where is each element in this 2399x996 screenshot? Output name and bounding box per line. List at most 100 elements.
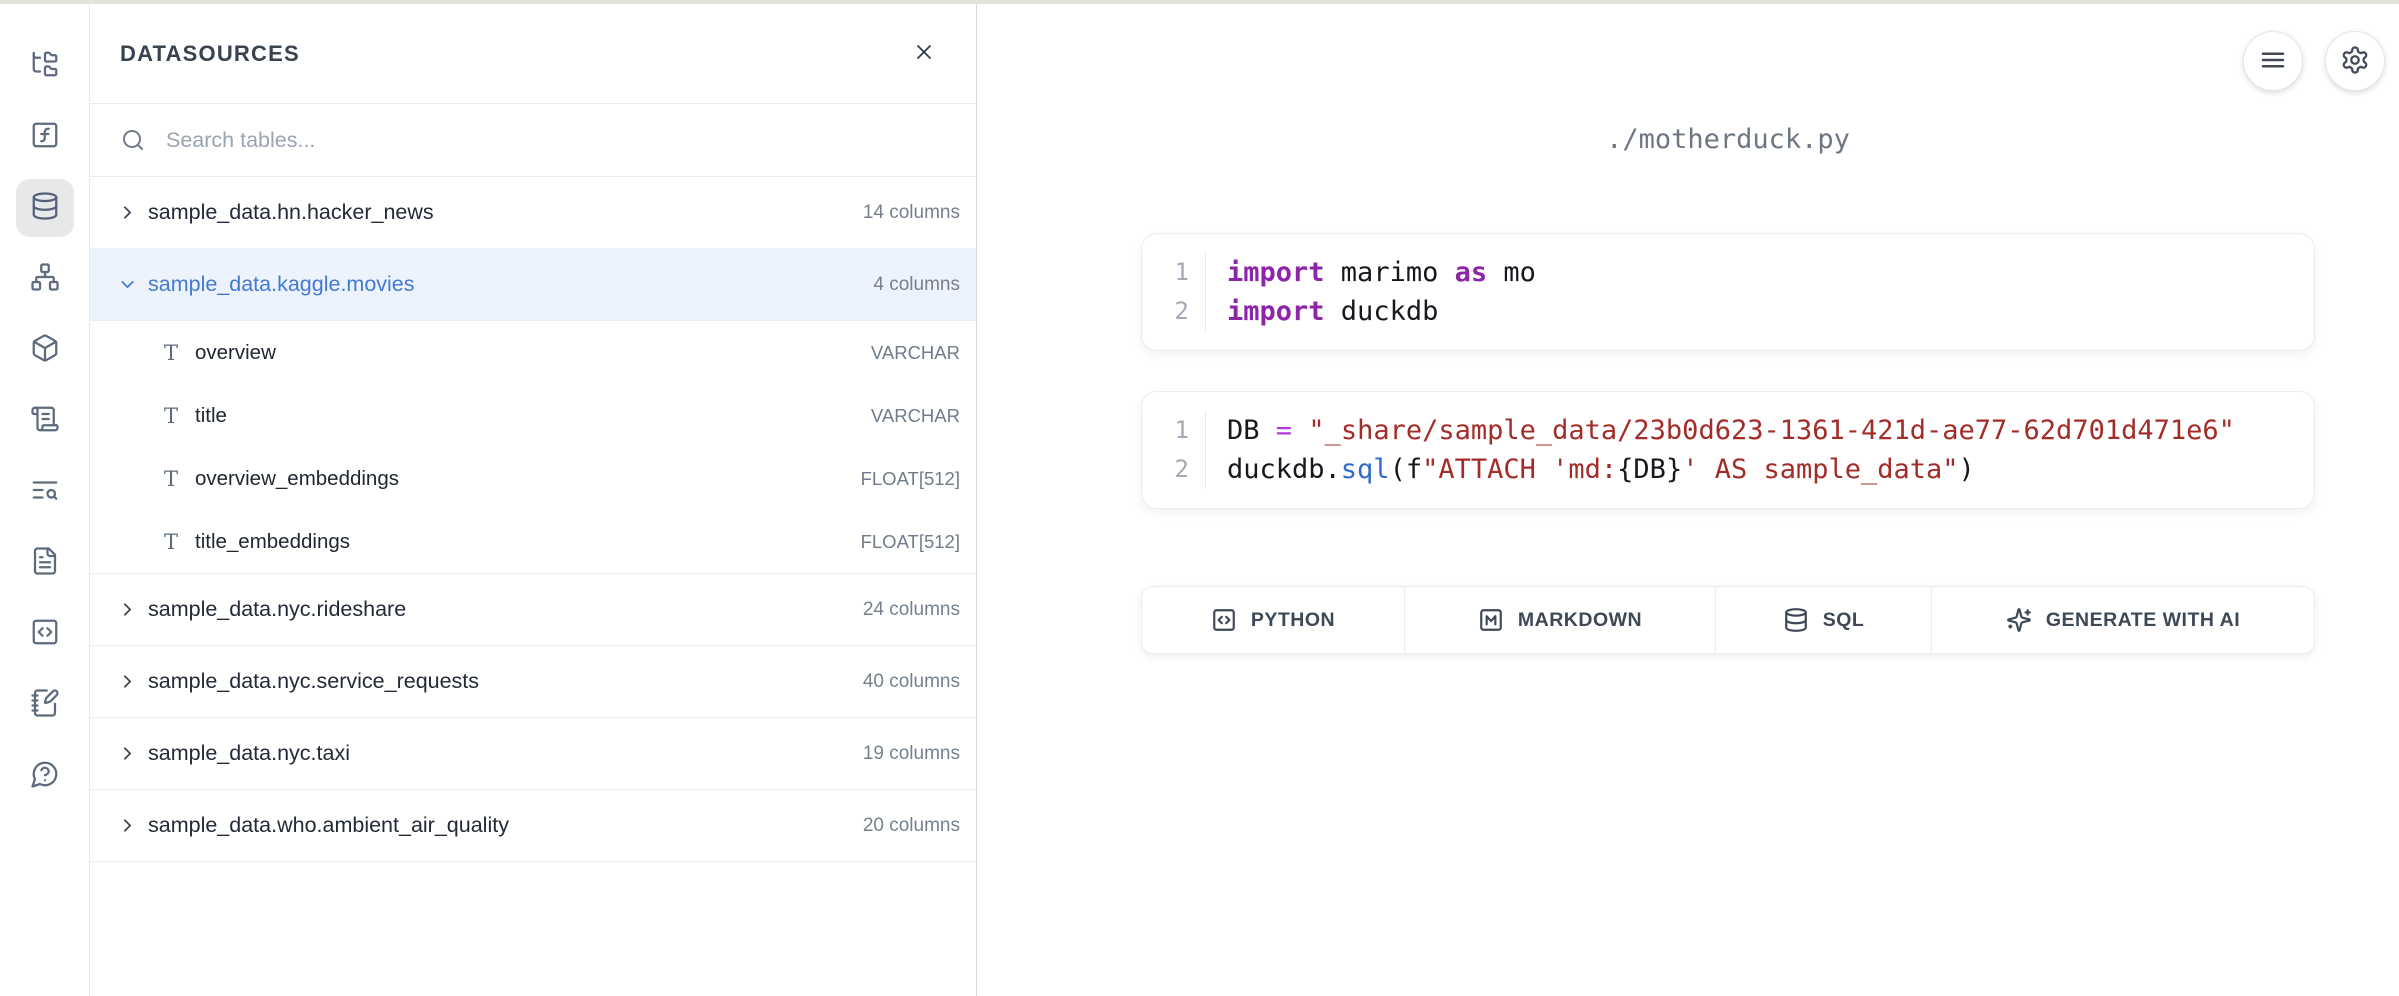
add-cell-python-button[interactable]: PYTHON xyxy=(1142,587,1405,653)
table-columns-count: 4 columns xyxy=(873,274,960,296)
sidebar-item-variables[interactable] xyxy=(16,108,74,166)
column-type-text-icon: T xyxy=(164,341,195,365)
search-row xyxy=(90,104,976,177)
search-tables-input[interactable] xyxy=(166,128,952,153)
column-type: VARCHAR xyxy=(871,405,960,427)
sidebar-item-documentation[interactable] xyxy=(16,534,74,592)
scroll-text-icon xyxy=(30,404,60,439)
database-icon xyxy=(1783,607,1809,633)
table-columns: ToverviewVARCHARTtitleVARCHARToverview_e… xyxy=(90,321,976,574)
sidebar-item-scratchpad[interactable] xyxy=(16,676,74,734)
close-icon xyxy=(912,40,936,67)
column-name: overview_embeddings xyxy=(195,467,861,491)
sidebar-item-find[interactable] xyxy=(16,463,74,521)
add-cell-sql-button[interactable]: SQL xyxy=(1716,587,1932,653)
square-function-icon xyxy=(30,120,60,155)
panel-title: DATASOURCES xyxy=(120,41,300,67)
app: DATASOURCES sample_data.hn.hacker_news14… xyxy=(0,4,2399,996)
add-cell-button-label: GENERATE WITH AI xyxy=(2046,609,2240,632)
table-columns-count: 20 columns xyxy=(863,815,960,837)
chevron-right-icon xyxy=(117,599,138,620)
code-cell[interactable]: 12 import marimo as moimport duckdb xyxy=(1141,233,2315,351)
column-row[interactable]: Toverview_embeddingsFLOAT[512] xyxy=(90,447,976,510)
chevron-down-icon xyxy=(117,274,138,295)
column-name: overview xyxy=(195,341,871,365)
menu-icon xyxy=(2258,45,2288,78)
table-row[interactable]: sample_data.hn.hacker_news14 columns xyxy=(90,177,976,249)
code-line: import duckdb xyxy=(1227,292,2314,331)
add-cell-button-label: PYTHON xyxy=(1251,609,1335,632)
message-circle-question-icon xyxy=(30,759,60,794)
table-columns-count: 19 columns xyxy=(863,743,960,765)
sidebar-item-file-explorer[interactable] xyxy=(16,37,74,95)
notebook-menu-button[interactable] xyxy=(2243,31,2303,91)
column-name: title_embeddings xyxy=(195,530,861,554)
chevron-right-icon xyxy=(117,815,138,836)
table-columns-count: 40 columns xyxy=(863,671,960,693)
sidebar-item-packages[interactable] xyxy=(16,321,74,379)
sidebar-item-snippets[interactable] xyxy=(16,605,74,663)
code-cell[interactable]: 12 DB = "_share/sample_data/23b0d623-1361… xyxy=(1141,391,2315,509)
cells-container: 12import marimo as moimport duckdb12DB =… xyxy=(1141,233,2315,509)
network-icon xyxy=(30,262,60,297)
line-number: 2 xyxy=(1175,450,1189,489)
panel-header: DATASOURCES xyxy=(90,4,976,104)
table-list: sample_data.hn.hacker_news14 columnssamp… xyxy=(90,177,976,862)
add-cell-bar: PYTHON MARKDOWNSQL GENERATE WITH AI xyxy=(1141,586,2315,654)
column-type-text-icon: T xyxy=(164,530,195,554)
table-name: sample_data.who.ambient_air_quality xyxy=(148,813,863,838)
table-columns-count: 24 columns xyxy=(863,599,960,621)
table-name: sample_data.nyc.rideshare xyxy=(148,597,863,622)
notebook-content: ./motherduck.py 12import marimo as moimp… xyxy=(1141,120,2315,654)
code-editor[interactable]: DB = "_share/sample_data/23b0d623-1361-4… xyxy=(1206,411,2314,489)
file-text-icon xyxy=(30,546,60,581)
line-numbers-gutter: 12 xyxy=(1142,411,1206,489)
sidebar-item-dependency-graph[interactable] xyxy=(16,250,74,308)
table-row[interactable]: sample_data.kaggle.movies4 columns xyxy=(90,249,976,321)
table-row[interactable]: sample_data.nyc.service_requests40 colum… xyxy=(90,646,976,718)
close-panel-button[interactable] xyxy=(906,36,942,72)
column-row[interactable]: ToverviewVARCHAR xyxy=(90,321,976,384)
square-m-icon xyxy=(1478,607,1504,633)
sidebar-item-logs[interactable] xyxy=(16,392,74,450)
square-code-icon xyxy=(1211,607,1237,633)
table-name: sample_data.kaggle.movies xyxy=(148,272,873,297)
table-row[interactable]: sample_data.nyc.rideshare24 columns xyxy=(90,574,976,646)
code-editor[interactable]: import marimo as moimport duckdb xyxy=(1206,253,2314,331)
table-columns-count: 14 columns xyxy=(863,202,960,224)
chevron-right-icon xyxy=(117,671,138,692)
table-name: sample_data.hn.hacker_news xyxy=(148,200,863,225)
notebook-main: ./motherduck.py 12import marimo as moimp… xyxy=(977,4,2399,996)
sidebar-item-help[interactable] xyxy=(16,747,74,805)
add-cell-generate-with-ai-button[interactable]: GENERATE WITH AI xyxy=(1932,587,2314,653)
column-type-text-icon: T xyxy=(164,467,195,491)
table-row[interactable]: sample_data.nyc.taxi19 columns xyxy=(90,718,976,790)
column-type: FLOAT[512] xyxy=(861,531,960,553)
search-icon xyxy=(121,128,145,152)
add-cell-markdown-button[interactable]: MARKDOWN xyxy=(1405,587,1716,653)
notebook-filename[interactable]: ./motherduck.py xyxy=(1141,120,2315,160)
line-number: 1 xyxy=(1175,253,1189,292)
database-icon xyxy=(30,191,60,226)
settings-button[interactable] xyxy=(2325,31,2385,91)
column-type: FLOAT[512] xyxy=(861,468,960,490)
gear-icon xyxy=(2340,45,2370,78)
folder-tree-icon xyxy=(30,49,60,84)
box-icon xyxy=(30,333,60,368)
table-name: sample_data.nyc.service_requests xyxy=(148,669,863,694)
line-number: 1 xyxy=(1175,411,1189,450)
code-line: DB = "_share/sample_data/23b0d623-1361-4… xyxy=(1227,411,2314,450)
code-line: import marimo as mo xyxy=(1227,253,2314,292)
sidebar-item-datasources[interactable] xyxy=(16,179,74,237)
table-row[interactable]: sample_data.who.ambient_air_quality20 co… xyxy=(90,790,976,862)
sparkles-icon xyxy=(2006,607,2032,633)
column-row[interactable]: TtitleVARCHAR xyxy=(90,384,976,447)
column-name: title xyxy=(195,404,871,428)
notebook-pen-icon xyxy=(30,688,60,723)
table-name: sample_data.nyc.taxi xyxy=(148,741,863,766)
chevron-right-icon xyxy=(117,202,138,223)
datasources-panel: DATASOURCES sample_data.hn.hacker_news14… xyxy=(90,4,977,996)
column-row[interactable]: Ttitle_embeddingsFLOAT[512] xyxy=(90,510,976,573)
line-number: 2 xyxy=(1175,292,1189,331)
text-search-icon xyxy=(30,475,60,510)
